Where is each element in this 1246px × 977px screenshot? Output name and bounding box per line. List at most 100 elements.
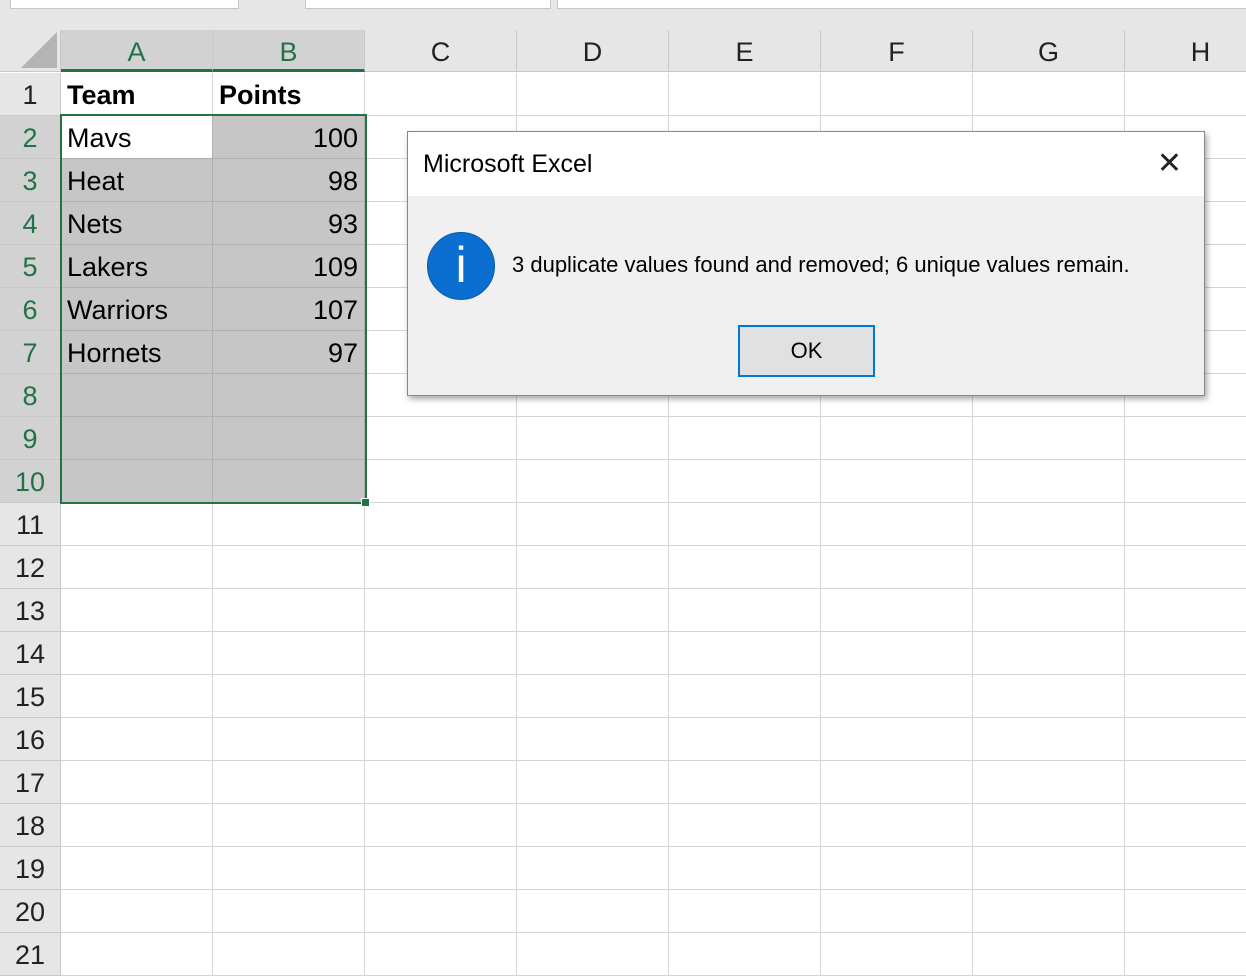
cell-B13[interactable]: [213, 589, 365, 632]
cell-D10[interactable]: [517, 460, 669, 503]
cell-D13[interactable]: [517, 589, 669, 632]
cell-H1[interactable]: [1125, 73, 1246, 116]
cell-F15[interactable]: [821, 675, 973, 718]
cell-E10[interactable]: [669, 460, 821, 503]
cell-H11[interactable]: [1125, 503, 1246, 546]
column-header-D[interactable]: D: [517, 30, 669, 72]
cell-E15[interactable]: [669, 675, 821, 718]
cell-B8[interactable]: [213, 374, 365, 417]
cell-A11[interactable]: [61, 503, 213, 546]
cell-B21[interactable]: [213, 933, 365, 976]
cell-E21[interactable]: [669, 933, 821, 976]
cell-G17[interactable]: [973, 761, 1125, 804]
cell-B2[interactable]: 100: [213, 116, 365, 159]
cell-A4[interactable]: Nets: [61, 202, 213, 245]
cell-D18[interactable]: [517, 804, 669, 847]
row-header-18[interactable]: 18: [0, 804, 61, 847]
cell-H19[interactable]: [1125, 847, 1246, 890]
cell-A19[interactable]: [61, 847, 213, 890]
cell-D20[interactable]: [517, 890, 669, 933]
cell-A15[interactable]: [61, 675, 213, 718]
cell-F14[interactable]: [821, 632, 973, 675]
formula-controls[interactable]: [305, 0, 551, 9]
cell-F18[interactable]: [821, 804, 973, 847]
cell-G19[interactable]: [973, 847, 1125, 890]
column-header-A[interactable]: A: [61, 30, 213, 72]
row-header-6[interactable]: 6: [0, 288, 61, 331]
cell-C1[interactable]: [365, 73, 517, 116]
cell-D14[interactable]: [517, 632, 669, 675]
cell-E20[interactable]: [669, 890, 821, 933]
cell-C14[interactable]: [365, 632, 517, 675]
cell-F16[interactable]: [821, 718, 973, 761]
cell-A13[interactable]: [61, 589, 213, 632]
cell-C10[interactable]: [365, 460, 517, 503]
cell-H15[interactable]: [1125, 675, 1246, 718]
cell-B4[interactable]: 93: [213, 202, 365, 245]
row-header-12[interactable]: 12: [0, 546, 61, 589]
cell-C20[interactable]: [365, 890, 517, 933]
cell-D19[interactable]: [517, 847, 669, 890]
cell-C9[interactable]: [365, 417, 517, 460]
cell-B12[interactable]: [213, 546, 365, 589]
cell-D21[interactable]: [517, 933, 669, 976]
cell-B14[interactable]: [213, 632, 365, 675]
cell-B11[interactable]: [213, 503, 365, 546]
cell-A5[interactable]: Lakers: [61, 245, 213, 288]
cell-B19[interactable]: [213, 847, 365, 890]
row-header-10[interactable]: 10: [0, 460, 61, 503]
cell-D9[interactable]: [517, 417, 669, 460]
row-header-20[interactable]: 20: [0, 890, 61, 933]
fill-handle[interactable]: [361, 498, 370, 507]
cell-B9[interactable]: [213, 417, 365, 460]
cell-B3[interactable]: 98: [213, 159, 365, 202]
cell-E19[interactable]: [669, 847, 821, 890]
cell-B1[interactable]: Points: [213, 73, 365, 116]
cell-C15[interactable]: [365, 675, 517, 718]
column-header-C[interactable]: C: [365, 30, 517, 72]
row-header-13[interactable]: 13: [0, 589, 61, 632]
cell-H17[interactable]: [1125, 761, 1246, 804]
cell-A14[interactable]: [61, 632, 213, 675]
column-header-H[interactable]: H: [1125, 30, 1246, 72]
cell-E16[interactable]: [669, 718, 821, 761]
cell-A7[interactable]: Hornets: [61, 331, 213, 374]
row-header-7[interactable]: 7: [0, 331, 61, 374]
column-header-F[interactable]: F: [821, 30, 973, 72]
row-header-11[interactable]: 11: [0, 503, 61, 546]
ok-button[interactable]: OK: [738, 325, 875, 377]
cell-D1[interactable]: [517, 73, 669, 116]
cell-F17[interactable]: [821, 761, 973, 804]
row-header-17[interactable]: 17: [0, 761, 61, 804]
cell-F13[interactable]: [821, 589, 973, 632]
cell-C12[interactable]: [365, 546, 517, 589]
cell-C17[interactable]: [365, 761, 517, 804]
row-header-21[interactable]: 21: [0, 933, 61, 976]
row-header-4[interactable]: 4: [0, 202, 61, 245]
cell-A10[interactable]: [61, 460, 213, 503]
cell-E11[interactable]: [669, 503, 821, 546]
cell-G9[interactable]: [973, 417, 1125, 460]
row-header-1[interactable]: 1: [0, 73, 61, 116]
cell-G1[interactable]: [973, 73, 1125, 116]
cell-G16[interactable]: [973, 718, 1125, 761]
cell-C19[interactable]: [365, 847, 517, 890]
cell-G10[interactable]: [973, 460, 1125, 503]
cell-D12[interactable]: [517, 546, 669, 589]
cell-B16[interactable]: [213, 718, 365, 761]
cell-A8[interactable]: [61, 374, 213, 417]
cell-A18[interactable]: [61, 804, 213, 847]
cell-H21[interactable]: [1125, 933, 1246, 976]
cell-C13[interactable]: [365, 589, 517, 632]
cell-D16[interactable]: [517, 718, 669, 761]
cell-B5[interactable]: 109: [213, 245, 365, 288]
column-header-G[interactable]: G: [973, 30, 1125, 72]
cell-H20[interactable]: [1125, 890, 1246, 933]
column-header-B[interactable]: B: [213, 30, 365, 72]
cell-B7[interactable]: 97: [213, 331, 365, 374]
cell-H16[interactable]: [1125, 718, 1246, 761]
cell-B10[interactable]: [213, 460, 365, 503]
cell-B6[interactable]: 107: [213, 288, 365, 331]
cell-A20[interactable]: [61, 890, 213, 933]
row-header-9[interactable]: 9: [0, 417, 61, 460]
